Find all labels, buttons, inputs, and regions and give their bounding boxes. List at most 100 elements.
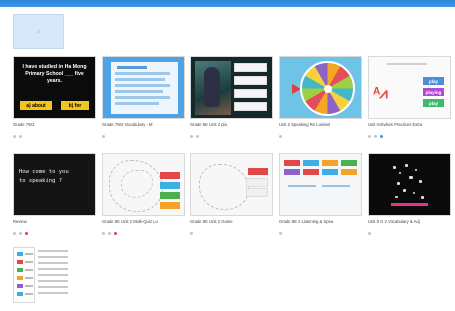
progress-bar	[391, 203, 428, 206]
quiz-question-text: I have studied in Ha Mong Primary School…	[22, 64, 87, 84]
activity-card[interactable]: Grade 8E Unit 2 Multi-Quiz Lo	[102, 153, 185, 235]
mini-text	[25, 253, 33, 255]
card-subtitle	[368, 128, 451, 133]
star-mark	[399, 172, 401, 174]
heading-line	[387, 63, 427, 65]
label-chip	[246, 188, 268, 197]
answer-a-button[interactable]: a) about	[20, 101, 52, 110]
mini-text	[25, 261, 33, 263]
card-meta	[368, 232, 451, 235]
card-thumbnail[interactable]	[190, 153, 273, 216]
label-chip	[160, 192, 180, 199]
meta-icon	[190, 232, 193, 235]
chalk-line: How come to you	[19, 169, 69, 175]
card-meta	[13, 232, 96, 235]
answer-b-button[interactable]: b) for	[61, 101, 89, 110]
mini-thumb	[17, 252, 23, 256]
activity-card[interactable]: Unit 2 Speaking Re Loisivel	[279, 56, 362, 138]
card-meta	[190, 135, 273, 138]
list-row	[115, 102, 159, 105]
folder-icon: ▫	[36, 26, 41, 36]
card-thumbnail[interactable]	[279, 56, 362, 119]
card-meta	[102, 135, 185, 138]
meta-icon	[19, 135, 22, 138]
label-line	[38, 262, 68, 264]
meta-icon	[108, 232, 111, 235]
mini-text	[25, 269, 33, 271]
star-mark	[405, 164, 408, 167]
label-line	[38, 292, 68, 294]
meta-icon	[13, 135, 16, 138]
answer-box	[234, 102, 267, 111]
label-chip	[160, 182, 180, 189]
list-row	[115, 84, 170, 87]
meta-icon	[279, 135, 282, 138]
card-thumbnail[interactable]: I have studied in Ha Mong Primary School…	[13, 56, 96, 119]
word-tag: play	[423, 77, 444, 85]
star-mark	[409, 176, 413, 179]
card-thumbnail[interactable]	[279, 153, 362, 216]
mini-thumb	[17, 284, 23, 288]
label-line	[38, 250, 68, 252]
card-thumbnail[interactable]	[102, 153, 185, 216]
meta-icon	[25, 232, 28, 235]
activity-card[interactable]: Grade 8E Unit 2 Game	[190, 153, 273, 235]
match-cell	[284, 169, 300, 175]
sketch-drawing	[199, 164, 249, 210]
activity-card[interactable]: play playing play ᴬ⩘ Unit Activities Pra…	[368, 56, 451, 138]
top-bar	[0, 0, 455, 7]
star-mark	[419, 180, 422, 183]
activity-card-thumbnail[interactable]	[13, 247, 35, 303]
activity-card[interactable]: Grade 8E 2 Listening & Spea	[279, 153, 362, 235]
match-cell	[341, 169, 357, 175]
meta-icon	[380, 135, 383, 138]
activity-card[interactable]: I have studied in Ha Mong Primary School…	[13, 56, 96, 138]
label-line	[38, 268, 68, 270]
word-tag: playing	[423, 88, 444, 96]
match-cell	[322, 169, 338, 175]
word-tag: play	[423, 99, 444, 107]
card-meta	[279, 135, 362, 138]
mini-thumb	[17, 276, 23, 280]
folder-thumbnail[interactable]: ▫	[13, 14, 64, 49]
athlete-figure	[204, 67, 220, 107]
star-mark	[395, 196, 398, 198]
activity-card[interactable]: Unit 8 G 2 Vocabulary & Adj	[368, 153, 451, 235]
card-subtitle	[368, 225, 451, 230]
match-line	[322, 185, 350, 187]
star-mark	[415, 169, 417, 171]
label-line	[38, 280, 68, 282]
meta-icon	[102, 135, 105, 138]
card-thumbnail[interactable]	[102, 56, 185, 119]
list-row	[115, 72, 170, 75]
match-cell	[303, 160, 319, 166]
card-meta	[13, 135, 96, 138]
activity-card[interactable]: Grade 7W2 Vocabulary - M	[102, 56, 185, 138]
card-thumbnail[interactable]: play playing play ᴬ⩘	[368, 56, 451, 119]
card-thumbnail[interactable]	[190, 56, 273, 119]
chalk-text: How come to you to speaking ?	[19, 168, 69, 186]
card-subtitle	[279, 225, 362, 230]
illustration-icon: ᴬ⩘	[373, 85, 388, 102]
mini-thumb	[17, 260, 23, 264]
card-meta	[279, 232, 362, 235]
label-chip	[248, 168, 268, 175]
card-meta	[368, 135, 451, 138]
activity-card[interactable]: How come to you to speaking ? Review	[13, 153, 96, 235]
meta-icon	[368, 135, 371, 138]
star-mark	[393, 166, 396, 169]
mini-thumb	[17, 292, 23, 296]
meta-icon	[279, 232, 282, 235]
chalk-line: to speaking ?	[19, 178, 63, 184]
activity-card[interactable]: Grade 8E Unit 2 pla	[190, 56, 273, 138]
meta-icon	[368, 232, 371, 235]
label-chip	[246, 178, 268, 187]
meta-icon	[13, 232, 16, 235]
match-line	[288, 185, 316, 187]
mini-text	[25, 293, 33, 295]
card-subtitle	[190, 225, 273, 230]
label-chip	[160, 172, 180, 179]
card-thumbnail[interactable]: How come to you to speaking ?	[13, 153, 96, 216]
card-thumbnail[interactable]	[368, 153, 451, 216]
list-row	[115, 96, 170, 99]
